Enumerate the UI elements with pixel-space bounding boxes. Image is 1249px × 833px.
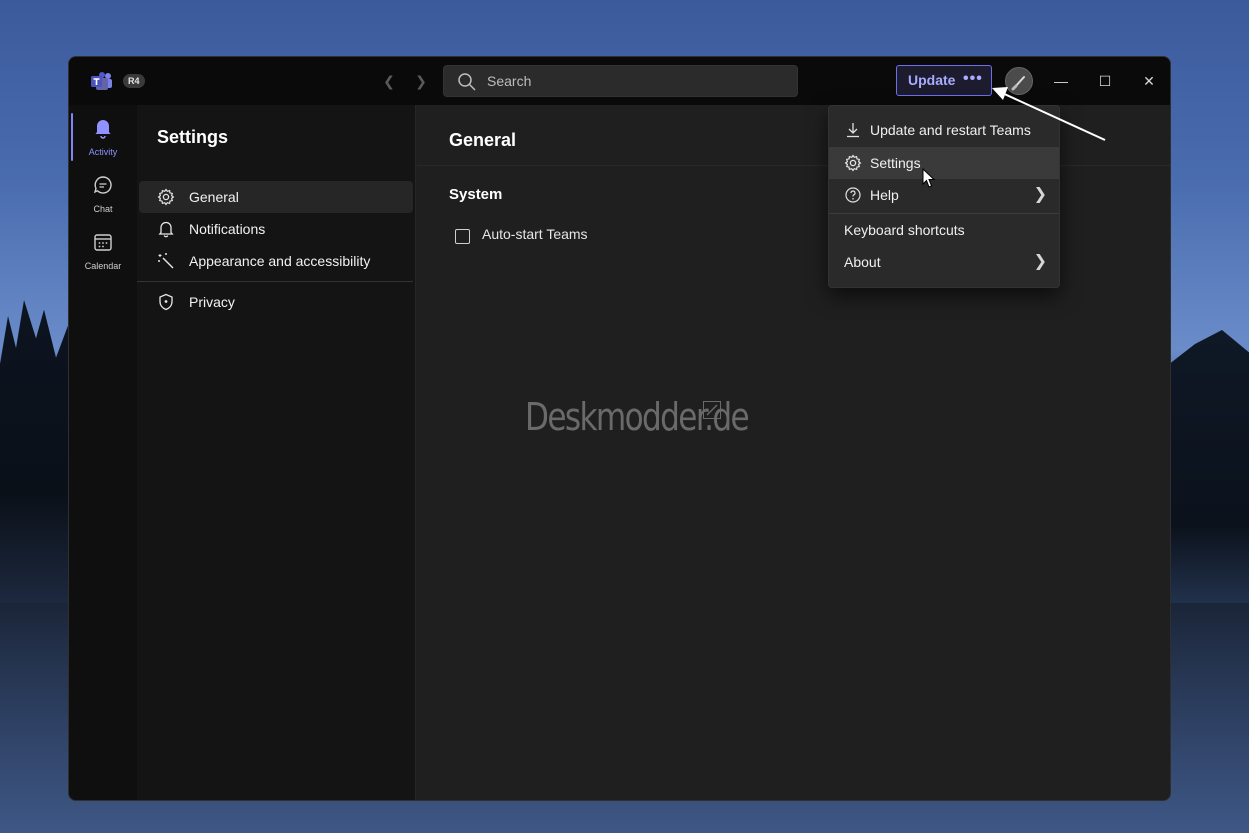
- divider: [137, 281, 413, 282]
- settings-item-label: Privacy: [189, 294, 235, 310]
- search-placeholder: Search: [487, 73, 532, 89]
- calendar-icon: [94, 234, 112, 251]
- settings-sidebar: Settings General Notifications Appearanc…: [137, 105, 416, 800]
- more-options-menu: Update and restart Teams Settings Help ❯…: [828, 105, 1060, 288]
- teams-logo-icon: [91, 72, 112, 90]
- rail-item-activity[interactable]: Activity: [69, 109, 137, 165]
- sparkle-wand-icon: [158, 253, 174, 269]
- menu-item-update-restart[interactable]: Update and restart Teams: [829, 114, 1059, 146]
- settings-item-notifications[interactable]: Notifications: [139, 213, 413, 245]
- rail-label: Calendar: [84, 261, 122, 271]
- ring-badge: R4: [123, 74, 145, 88]
- background-trees-right: [1159, 330, 1249, 610]
- mouse-cursor-icon: [922, 168, 936, 188]
- teams-window: R4 ❮ ❯ Search Update ••• — ☐ ✕ Activity …: [68, 56, 1171, 801]
- avatar[interactable]: [1005, 67, 1033, 95]
- subsection-heading: System: [449, 186, 503, 203]
- rail-item-chat[interactable]: Chat: [69, 166, 137, 222]
- menu-item-settings[interactable]: Settings: [829, 147, 1059, 179]
- maximize-icon[interactable]: ☐: [1095, 71, 1115, 91]
- minimize-icon[interactable]: —: [1051, 71, 1071, 91]
- menu-item-help[interactable]: Help ❯: [829, 179, 1059, 211]
- chat-icon: [93, 176, 112, 194]
- title-bar: R4 ❮ ❯ Search Update ••• — ☐ ✕: [69, 57, 1170, 105]
- settings-item-label: Appearance and accessibility: [189, 253, 371, 269]
- menu-item-label: Settings: [870, 155, 921, 171]
- section-heading: General: [449, 130, 517, 150]
- more-options-icon[interactable]: •••: [963, 66, 983, 92]
- checkbox-label[interactable]: Auto-start Teams: [482, 226, 588, 242]
- help-circle-icon: [845, 187, 861, 203]
- bell-icon: [95, 120, 111, 139]
- settings-item-label: Notifications: [189, 221, 266, 237]
- page-title: Settings: [157, 127, 229, 147]
- menu-item-keyboard-shortcuts[interactable]: Keyboard shortcuts: [829, 214, 1059, 246]
- close-icon[interactable]: ✕: [1139, 71, 1159, 91]
- watermark-logo-icon: [703, 401, 721, 419]
- settings-item-general[interactable]: General: [139, 181, 413, 213]
- menu-item-label: Keyboard shortcuts: [844, 222, 965, 238]
- rail-label: Chat: [93, 204, 113, 214]
- update-button[interactable]: Update •••: [896, 65, 992, 96]
- settings-item-appearance[interactable]: Appearance and accessibility: [139, 245, 413, 277]
- settings-item-label: General: [189, 189, 239, 205]
- search-icon: [458, 73, 476, 91]
- rail-label: Activity: [88, 147, 118, 157]
- menu-item-label: Update and restart Teams: [870, 122, 1031, 138]
- menu-item-label: About: [844, 254, 881, 270]
- gear-icon: [157, 188, 175, 206]
- download-icon: [847, 123, 859, 138]
- menu-item-about[interactable]: About ❯: [829, 246, 1059, 278]
- bell-icon: [158, 221, 174, 238]
- shield-icon: [159, 293, 173, 311]
- search-input[interactable]: Search: [443, 65, 798, 97]
- forward-arrow-icon[interactable]: ❯: [411, 71, 431, 91]
- update-label: Update: [908, 72, 956, 88]
- auto-start-checkbox[interactable]: [455, 229, 470, 244]
- back-arrow-icon[interactable]: ❮: [379, 71, 399, 91]
- rail-item-calendar[interactable]: Calendar: [69, 223, 137, 279]
- chevron-right-icon: ❯: [1033, 253, 1047, 270]
- app-rail: Activity Chat Calendar: [69, 105, 137, 800]
- gear-icon: [844, 154, 862, 172]
- paintbrush-icon: [1011, 76, 1025, 91]
- settings-item-privacy[interactable]: Privacy: [139, 286, 413, 318]
- menu-item-label: Help: [870, 187, 899, 203]
- chevron-right-icon: ❯: [1033, 186, 1047, 203]
